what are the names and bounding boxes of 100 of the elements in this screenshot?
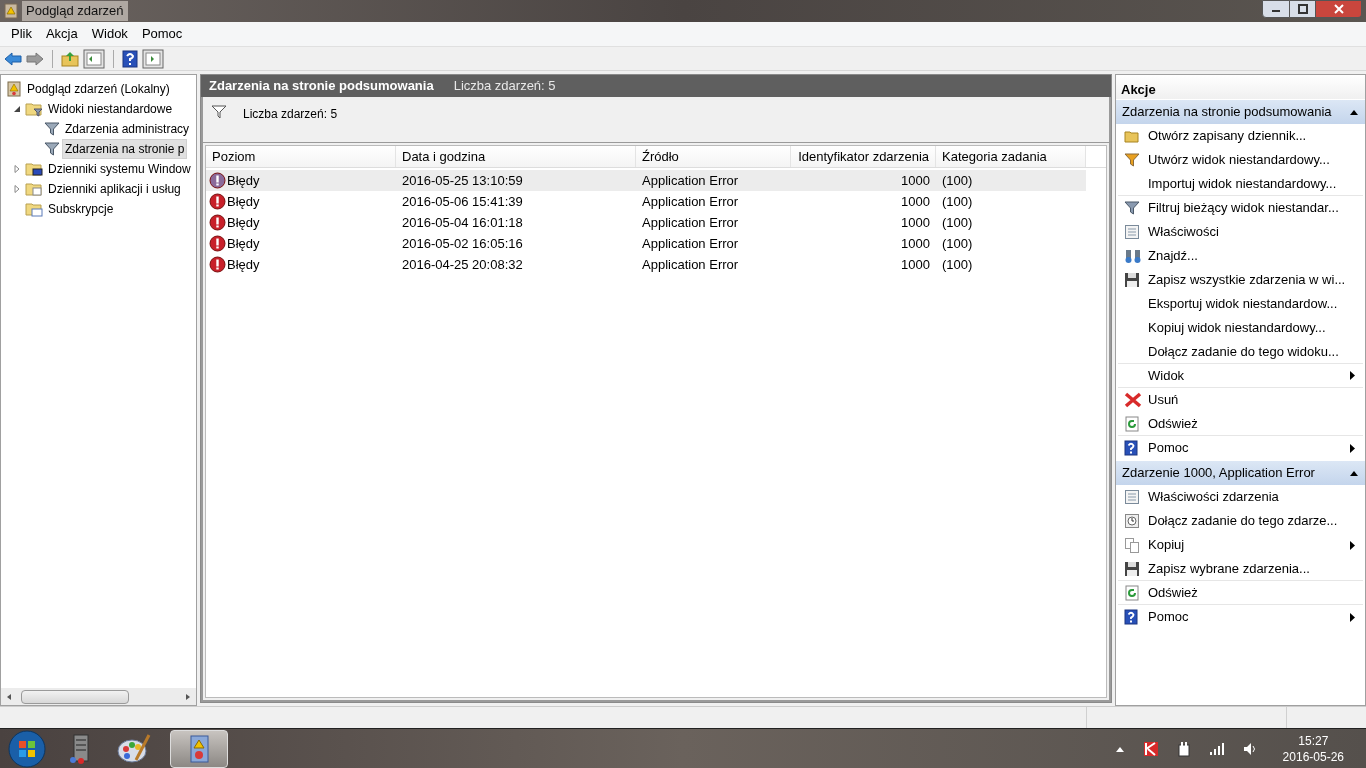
action-item[interactable]: Dołącz zadanie do tego widoku...	[1148, 341, 1355, 362]
folder-icon	[25, 201, 43, 217]
table-cell-text: 1000	[901, 192, 930, 211]
table-cell-text: 1000	[901, 234, 930, 253]
scroll-left-icon[interactable]	[5, 692, 13, 701]
error-icon	[209, 193, 226, 210]
properties-icon	[1124, 489, 1140, 505]
table-cell-text: 2016-05-06 15:41:39	[402, 192, 523, 211]
column-header[interactable]: Poziom	[206, 146, 396, 167]
panel-title: Zdarzenia na stronie podsumowania	[209, 77, 434, 96]
table-cell-text: 1000	[901, 213, 930, 232]
section-header[interactable]: Zdarzenie 1000, Application Error	[1116, 461, 1365, 485]
pane-toggle-icon[interactable]	[83, 48, 105, 69]
power-plug-icon[interactable]	[1176, 740, 1191, 757]
table-cell-text: Błędy	[227, 171, 260, 190]
table-cell-text: Application Error	[642, 234, 739, 253]
filter-icon	[1124, 152, 1140, 168]
collapse-arrow-icon[interactable]	[1349, 109, 1359, 115]
folder-up-icon[interactable]	[61, 50, 79, 67]
menu-item[interactable]: Akcja	[38, 23, 85, 45]
table-row[interactable]: Błędy 2016-05-02 16:05:16 Application Error 1000 (100)	[206, 233, 1086, 254]
action-item[interactable]: Odśwież	[1148, 582, 1355, 603]
action-item[interactable]: Pomoc	[1148, 438, 1350, 458]
action-item[interactable]: Eksportuj widok niestandardow...	[1148, 294, 1355, 314]
minimize-button[interactable]	[1262, 0, 1290, 18]
action-item[interactable]: Znajdź...	[1148, 246, 1355, 266]
speaker-icon[interactable]	[1242, 741, 1257, 756]
table-cell-text: Application Error	[642, 255, 739, 274]
action-item[interactable]: Właściwości	[1148, 222, 1355, 242]
tree-item[interactable]: Zdarzenia na stronie p	[62, 139, 188, 159]
action-item[interactable]: Kopiuj	[1148, 535, 1350, 555]
action-item[interactable]: Dołącz zadanie do tego zdarze...	[1148, 511, 1355, 531]
window-title: Podgląd zdarzeń	[22, 1, 128, 21]
action-item[interactable]: Pomoc	[1148, 607, 1350, 627]
error-icon	[209, 172, 226, 189]
delete-x-icon	[1124, 392, 1142, 408]
menu-item[interactable]: Widok	[84, 23, 135, 45]
signal-icon[interactable]	[1208, 742, 1225, 755]
binoculars-icon	[1124, 248, 1142, 264]
action-item[interactable]: Zapisz wybrane zdarzenia...	[1148, 558, 1355, 579]
table-cell-text: Application Error	[642, 213, 739, 232]
table-cell-text: (100)	[942, 213, 973, 232]
folder-icon	[25, 181, 43, 197]
start-button[interactable]	[8, 729, 46, 768]
close-button[interactable]	[1316, 0, 1362, 18]
column-header[interactable]: Źródło	[636, 146, 791, 167]
table-cell-text: Błędy	[227, 255, 260, 274]
action-item[interactable]: Kopiuj widok niestandardowy...	[1148, 318, 1355, 338]
table-row[interactable]: Błędy 2016-05-06 15:41:39 Application Error 1000 (100)	[206, 191, 1086, 212]
refresh-icon	[1124, 415, 1140, 432]
scroll-right-icon[interactable]	[184, 692, 192, 701]
menu-item[interactable]: Pomoc	[134, 23, 190, 45]
action-item[interactable]: Odśwież	[1148, 413, 1355, 434]
table-cell-text: 2016-05-25 13:10:59	[402, 171, 523, 190]
action-item[interactable]: Importuj widok niestandardowy...	[1148, 173, 1355, 194]
column-header[interactable]: Identyfikator zdarzenia	[791, 146, 936, 167]
action-item[interactable]: Usuń	[1148, 390, 1355, 410]
section-header[interactable]: Zdarzenia na stronie podsumowania	[1116, 100, 1365, 124]
filter-summary: Liczba zdarzeń: 5	[243, 106, 338, 123]
clock[interactable]: 15:27 2016-05-26	[1282, 732, 1344, 765]
forward-arrow-icon[interactable]	[26, 51, 44, 66]
table-cell-text: 1000	[901, 255, 930, 274]
filter-icon	[44, 141, 60, 157]
error-icon	[209, 214, 226, 231]
filter-icon	[211, 105, 227, 119]
table-cell-text: 1000	[901, 171, 930, 190]
antivirus-icon[interactable]	[1142, 740, 1159, 757]
tree-item[interactable]: Subskrypcje	[45, 199, 117, 219]
table-cell-text: 2016-05-04 16:01:18	[402, 213, 523, 232]
table-row[interactable]: Błędy 2016-05-04 16:01:18 Application Error 1000 (100)	[206, 212, 1086, 233]
folder-icon	[1124, 129, 1140, 143]
action-item[interactable]: Właściwości zdarzenia	[1148, 487, 1355, 507]
menu-item[interactable]: Plik	[4, 23, 39, 45]
action-item[interactable]: Utwórz widok niestandardowy...	[1148, 150, 1355, 170]
action-item[interactable]: Widok	[1148, 365, 1350, 386]
action-item[interactable]: Filtruj bieżący widok niestandar...	[1148, 198, 1355, 218]
column-header[interactable]: Kategoria zadania	[936, 146, 1086, 167]
submenu-arrow-icon	[1350, 371, 1355, 380]
column-header[interactable]: Data i godzina	[396, 146, 636, 167]
tree-item[interactable]: Dzienniki systemu Window	[45, 159, 194, 179]
help-icon[interactable]	[122, 49, 138, 68]
tree-item[interactable]: Zdarzenia administracy	[62, 119, 193, 139]
table-row[interactable]: Błędy 2016-05-25 13:10:59 Application Error 1000 (100)	[206, 170, 1086, 191]
event-log-icon	[188, 734, 210, 763]
event-viewer-taskbar-button[interactable]	[170, 729, 228, 768]
back-arrow-icon[interactable]	[4, 51, 22, 66]
action-item[interactable]: Otwórz zapisany dziennik...	[1148, 126, 1355, 146]
table-cell-text: Application Error	[642, 171, 739, 190]
action-item[interactable]: Zapisz wszystkie zdarzenia w wi...	[1148, 270, 1355, 290]
tree-item[interactable]: Widoki niestandardowe	[45, 99, 176, 119]
table-cell-text: 2016-05-02 16:05:16	[402, 234, 523, 253]
table-row[interactable]: Błędy 2016-04-25 20:08:32 Application Error 1000 (100)	[206, 254, 1086, 275]
tree-item[interactable]: Podgląd zdarzeń (Lokalny)	[24, 79, 173, 99]
table-cell-text: (100)	[942, 171, 973, 190]
submenu-arrow-icon	[1350, 443, 1355, 453]
tree-item[interactable]: Dzienniki aplikacji i usług	[45, 179, 184, 199]
collapse-arrow-icon[interactable]	[1349, 470, 1359, 476]
maximize-button[interactable]	[1290, 0, 1316, 18]
submenu-arrow-icon	[1350, 540, 1355, 550]
scrollbar-thumb[interactable]	[21, 689, 129, 704]
